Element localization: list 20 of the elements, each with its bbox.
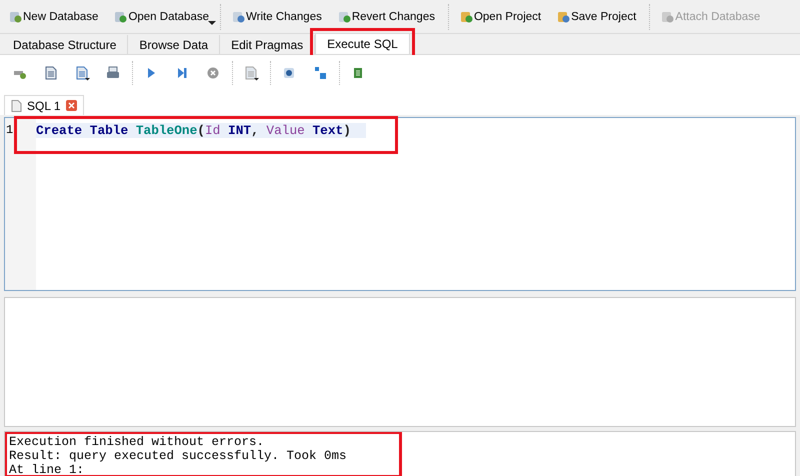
document-icon [74, 66, 90, 80]
print-icon [106, 66, 120, 80]
code-editor[interactable]: 1 Create Table TableOne(Id INT, Value Text) [4, 117, 796, 291]
message-text: Execution finished without errors. [9, 435, 266, 449]
toolbar-button[interactable]: New Database [6, 4, 102, 30]
caret-icon[interactable] [208, 21, 216, 25]
toolbar-button[interactable]: Save Project [554, 4, 640, 30]
message-text: Result: query executed successfully. Took 0ms [9, 449, 348, 463]
message-text: At line 1: [9, 463, 86, 476]
document-icon [44, 66, 58, 80]
code-line: Create Table TableOne(Id INT, Value Text) [36, 123, 351, 138]
document-icon [244, 66, 258, 80]
tab-label: SQL 1 [27, 98, 61, 112]
toolbar-button[interactable]: Open Project [456, 4, 544, 30]
toolbar-button[interactable]: Open Database [111, 4, 212, 30]
document-icon [11, 100, 22, 112]
stop-icon [206, 66, 220, 80]
line-number: 1 [5, 123, 14, 138]
editor-tab[interactable]: SQL 1 [4, 95, 84, 115]
close-icon[interactable] [66, 100, 77, 111]
